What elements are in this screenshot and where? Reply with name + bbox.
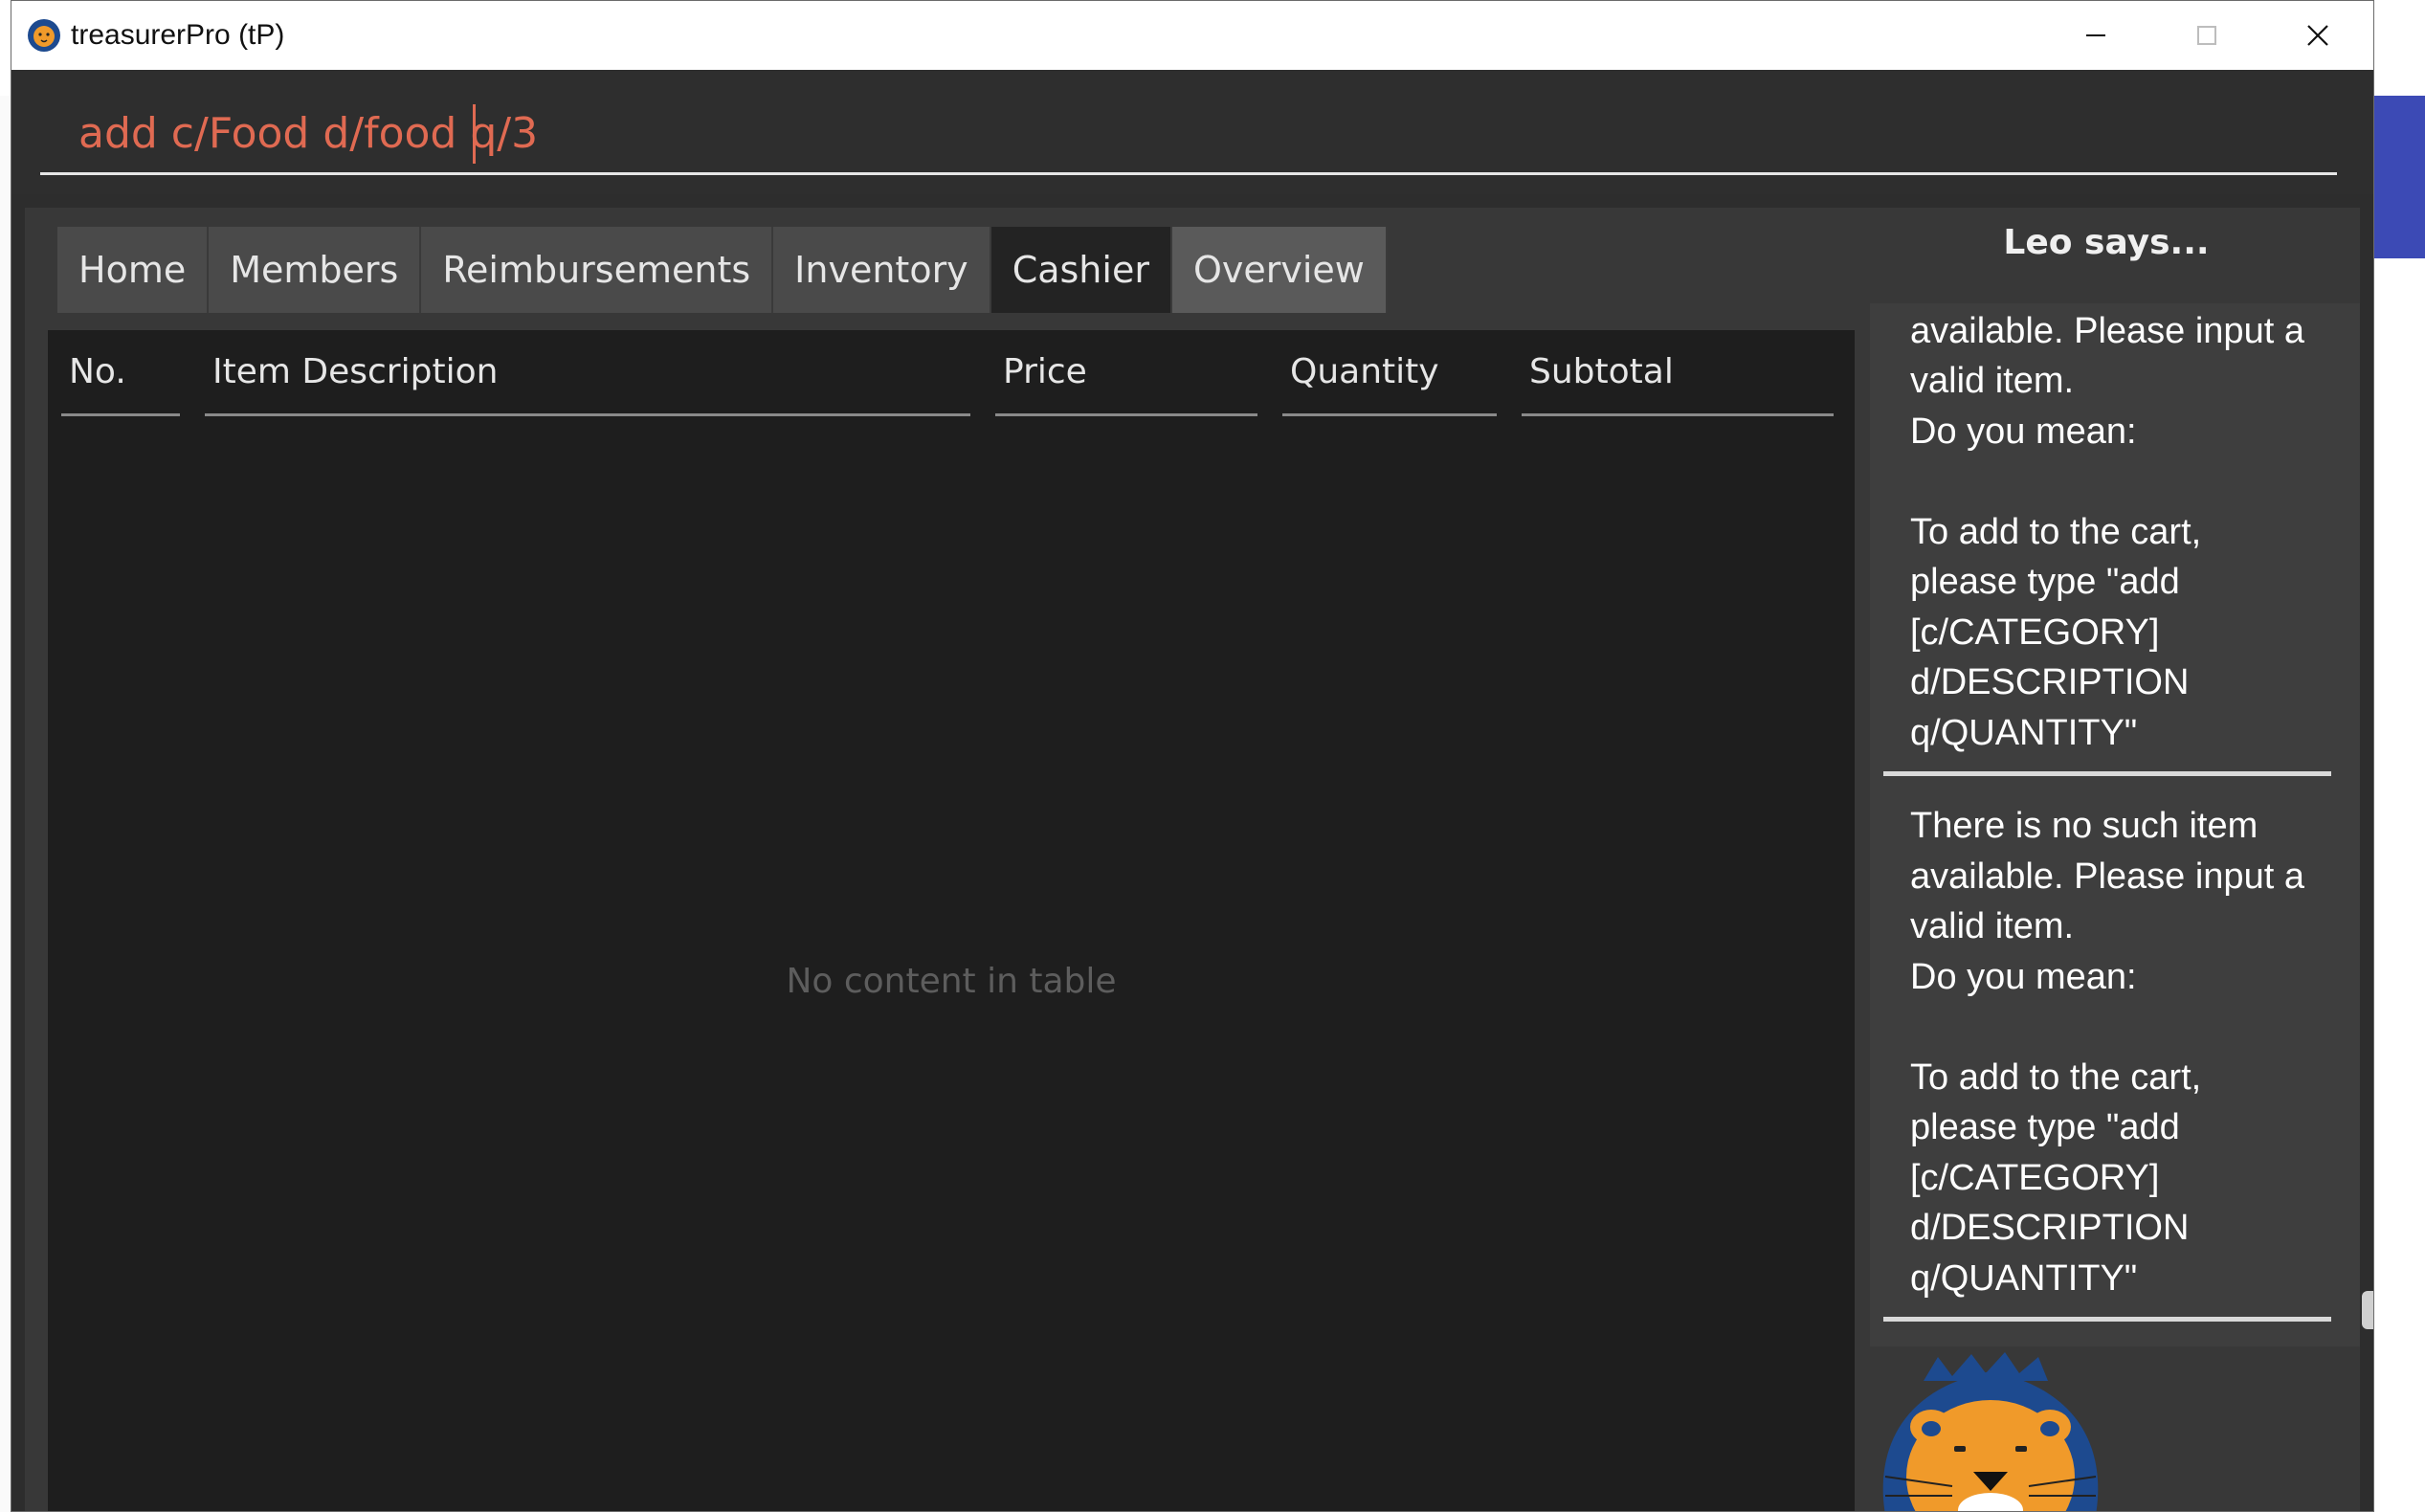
lion-mascot-icon <box>1882 1352 2099 1511</box>
desktop-background <box>2373 96 2425 258</box>
title-bar[interactable]: treasurerPro (tP) <box>11 1 2373 70</box>
column-header-quantity[interactable]: Quantity <box>1282 330 1497 416</box>
chat-message: There is no such item available. Please … <box>1883 801 2331 1322</box>
maximize-button[interactable] <box>2151 1 2262 70</box>
minimize-button[interactable] <box>2040 1 2151 70</box>
close-icon <box>2307 25 2328 46</box>
tab-bar: Home Members Reimbursements Inventory Ca… <box>57 227 1388 313</box>
app-window: treasurerPro (tP) Home Members Reimburse… <box>11 0 2374 1512</box>
chat-message: There is no such item available. Please … <box>1883 303 2331 776</box>
tab-inventory[interactable]: Inventory <box>773 227 991 313</box>
minimize-icon <box>2086 34 2105 36</box>
tab-home[interactable]: Home <box>57 227 210 313</box>
column-header-subtotal[interactable]: Subtotal <box>1522 330 1834 416</box>
chat-list: There is no such item available. Please … <box>1870 303 2331 1346</box>
tab-cashier[interactable]: Cashier <box>990 227 1172 313</box>
tab-members[interactable]: Members <box>209 227 422 313</box>
maximize-icon <box>2197 26 2216 45</box>
assistant-header: Leo says... <box>2003 223 2210 262</box>
cart-table: No. Item Description Price Quantity Subt… <box>48 330 1855 1511</box>
window-title: treasurerPro (tP) <box>71 19 285 51</box>
column-header-price[interactable]: Price <box>995 330 1257 416</box>
column-header-description[interactable]: Item Description <box>205 330 970 416</box>
command-box <box>11 70 2373 194</box>
tab-overview[interactable]: Overview <box>1171 227 1388 313</box>
close-button[interactable] <box>2262 1 2373 70</box>
main-content: Home Members Reimbursements Inventory Ca… <box>25 208 2373 1511</box>
chat-scrollbar[interactable] <box>2362 1291 2373 1329</box>
column-header-no[interactable]: No. <box>61 330 180 416</box>
tab-reimbursements[interactable]: Reimbursements <box>421 227 774 313</box>
lion-icon <box>28 19 60 52</box>
empty-table-message: No content in table <box>786 962 1117 1001</box>
command-input[interactable] <box>40 95 2337 175</box>
text-cursor <box>473 104 476 164</box>
assistant-chat[interactable]: There is no such item available. Please … <box>1870 303 2360 1346</box>
